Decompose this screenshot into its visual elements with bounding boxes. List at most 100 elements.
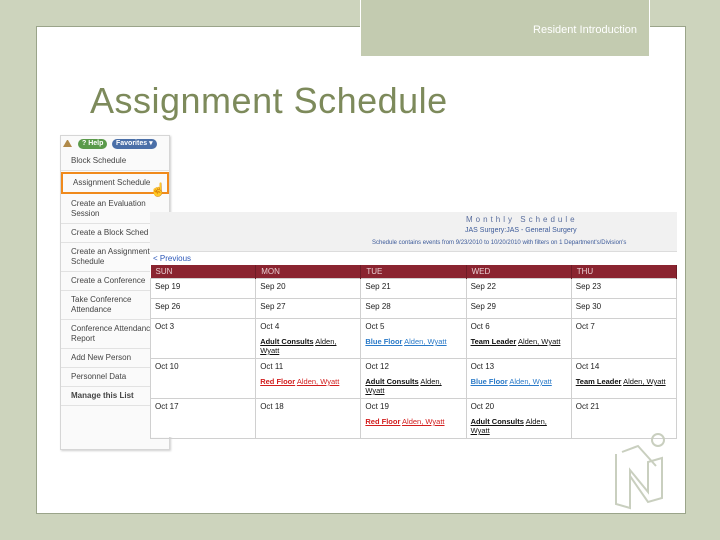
calendar-day-cell[interactable]: Sep 22 <box>465 278 572 299</box>
calendar-week-row: Sep 26 Sep 27 Sep 28 Sep 29 Sep 30 <box>149 298 678 319</box>
day-date: Oct 17 <box>155 402 179 411</box>
calendar-day-cell[interactable]: Oct 20 Adult Consults Alden, Wyatt <box>465 398 572 439</box>
day-date: Oct 5 <box>365 322 385 331</box>
calendar-header-row: SUN MON TUE WED THU <box>150 265 678 279</box>
calendar-week-row: Oct 17 Oct 18 Oct 19 Red Floor Alden, Wyatt… <box>149 398 678 439</box>
event-person[interactable]: Alden, Wyatt <box>509 377 551 386</box>
calendar-day-cell[interactable]: Sep 30 <box>570 298 678 319</box>
assignment-event[interactable]: Red Floor Alden, Wyatt <box>260 377 356 386</box>
day-date: Oct 19 <box>365 402 389 411</box>
day-date: Oct 6 <box>470 322 490 331</box>
menu-item-block-schedule[interactable]: Block Schedule <box>61 152 169 171</box>
day-date: Sep 26 <box>155 302 181 311</box>
calendar-day-cell[interactable]: Oct 13 Blue Floor Alden, Wyatt <box>465 358 572 399</box>
schedule-title: Monthly Schedule <box>466 215 578 224</box>
calendar-day-cell[interactable]: Sep 29 <box>465 298 572 319</box>
event-person[interactable]: Alden, Wyatt <box>623 377 665 386</box>
calendar-day-cell[interactable]: Sep 23 <box>570 278 678 299</box>
calendar-day-cell[interactable]: Sep 19 <box>149 278 257 299</box>
calendar-day-cell[interactable]: Oct 4 Adult Consults Alden, Wyatt <box>255 318 362 359</box>
calendar-day-cell[interactable]: Sep 28 <box>360 298 467 319</box>
day-date: Sep 21 <box>365 282 391 291</box>
calendar-day-cell[interactable]: Sep 26 <box>149 298 257 319</box>
event-person[interactable]: Alden, Wyatt <box>518 337 560 346</box>
day-date: Sep 19 <box>155 282 181 291</box>
event-rotation[interactable]: Blue Floor <box>365 337 402 346</box>
day-date: Sep 23 <box>575 282 602 291</box>
calendar-day-cell[interactable]: Oct 5 Blue Floor Alden, Wyatt <box>360 318 467 359</box>
day-date: Sep 22 <box>470 282 496 291</box>
day-date: Sep 27 <box>260 302 286 311</box>
calendar-day-cell[interactable]: Oct 3 <box>149 318 257 359</box>
calendar-week-row: Sep 19 Sep 20 Sep 21 Sep 22 Sep 23 <box>149 278 678 299</box>
day-date: Oct 7 <box>575 322 595 331</box>
day-date: Oct 12 <box>365 362 389 371</box>
assignment-event[interactable]: Adult Consults Alden, Wyatt <box>365 377 461 395</box>
event-rotation[interactable]: Team Leader <box>576 377 622 386</box>
day-date: Oct 13 <box>470 362 495 371</box>
calendar-day-cell[interactable]: Sep 20 <box>255 278 362 299</box>
event-rotation[interactable]: Adult Consults <box>260 337 313 346</box>
calendar-day-cell[interactable]: Oct 10 <box>149 358 257 399</box>
day-date: Oct 18 <box>260 402 284 411</box>
event-rotation[interactable]: Adult Consults <box>365 377 418 386</box>
day-date: Oct 20 <box>470 402 495 411</box>
logo-icon <box>615 433 665 510</box>
home-icon[interactable] <box>63 139 72 147</box>
event-rotation[interactable]: Blue Floor <box>471 377 508 386</box>
header-tab: Resident Introduction <box>360 0 650 56</box>
previous-link[interactable]: < Previous <box>153 254 191 263</box>
day-date: Oct 3 <box>155 322 175 331</box>
event-rotation[interactable]: Team Leader <box>471 337 517 346</box>
day-header: WED <box>466 265 572 279</box>
schedule-filter-note: Schedule contains events from 9/23/2010 … <box>372 240 627 246</box>
calendar-day-cell[interactable]: Oct 18 <box>255 398 362 439</box>
event-person[interactable]: Alden, Wyatt <box>297 377 339 386</box>
day-date: Sep 20 <box>260 282 286 291</box>
event-rotation[interactable]: Adult Consults <box>471 417 524 426</box>
calendar-day-cell[interactable]: Oct 14 Team Leader Alden, Wyatt <box>570 358 678 399</box>
day-header: THU <box>571 265 678 279</box>
hand-cursor-icon: ☝ <box>150 182 167 197</box>
monthly-schedule-panel: Monthly Schedule JAS Surgery:JAS - Gener… <box>149 212 678 439</box>
assignment-event[interactable]: Blue Floor Alden, Wyatt <box>471 377 567 386</box>
calendar-week-row: Oct 3 Oct 4 Adult Consults Alden, Wyatt Oct… <box>149 318 678 359</box>
assignment-event[interactable]: Red Floor Alden, Wyatt <box>365 417 461 426</box>
event-rotation[interactable]: Red Floor <box>365 417 400 426</box>
assignment-event[interactable]: Blue Floor Alden, Wyatt <box>365 337 461 346</box>
assignment-event[interactable]: Team Leader Alden, Wyatt <box>471 337 567 346</box>
assignment-event[interactable]: Adult Consults Alden, Wyatt <box>471 417 567 435</box>
day-header: SUN <box>150 265 257 279</box>
calendar-week-row: Oct 10 Oct 11 Red Floor Alden, Wyatt Oct 12… <box>149 358 678 399</box>
calendar-day-cell[interactable]: Oct 17 <box>149 398 257 439</box>
day-date: Oct 14 <box>575 362 600 371</box>
day-date: Sep 28 <box>365 302 391 311</box>
day-date: Oct 11 <box>260 362 284 371</box>
day-header: TUE <box>360 265 467 279</box>
day-date: Sep 30 <box>575 302 602 311</box>
event-person[interactable]: Alden, Wyatt <box>404 337 446 346</box>
assignment-event[interactable]: Team Leader Alden, Wyatt <box>576 377 672 386</box>
day-date: Sep 29 <box>470 302 496 311</box>
help-button[interactable]: ? Help <box>78 139 108 149</box>
event-rotation[interactable]: Red Floor <box>260 377 295 386</box>
day-date: Oct 21 <box>575 402 600 411</box>
calendar-day-cell[interactable]: Sep 21 <box>360 278 467 299</box>
calendar-day-cell[interactable]: Oct 19 Red Floor Alden, Wyatt <box>360 398 467 439</box>
event-person[interactable]: Alden, Wyatt <box>402 417 444 426</box>
calendar-day-cell[interactable]: Oct 11 Red Floor Alden, Wyatt <box>255 358 362 399</box>
day-header: MON <box>255 265 362 279</box>
slide-title: Assignment Schedule <box>90 80 448 121</box>
favorites-button[interactable]: Favorites ▾ <box>112 139 157 149</box>
assignment-event[interactable]: Adult Consults Alden, Wyatt <box>260 337 356 355</box>
calendar-day-cell[interactable]: Oct 12 Adult Consults Alden, Wyatt <box>360 358 467 399</box>
schedule-subtitle: JAS Surgery:JAS - General Surgery <box>465 227 577 234</box>
schedule-header: Monthly Schedule JAS Surgery:JAS - Gener… <box>150 212 677 252</box>
calendar-day-cell[interactable]: Sep 27 <box>255 298 362 319</box>
day-date: Oct 4 <box>260 322 280 331</box>
menu-toolbar: ? Help Favorites ▾ <box>61 136 169 152</box>
calendar-day-cell[interactable]: Oct 7 <box>570 318 678 359</box>
calendar-day-cell[interactable]: Oct 6 Team Leader Alden, Wyatt <box>465 318 572 359</box>
day-date: Oct 10 <box>155 362 179 371</box>
calendar-table: SUN MON TUE WED THU Sep 19 Sep 20 Sep 21 Se… <box>149 265 678 439</box>
